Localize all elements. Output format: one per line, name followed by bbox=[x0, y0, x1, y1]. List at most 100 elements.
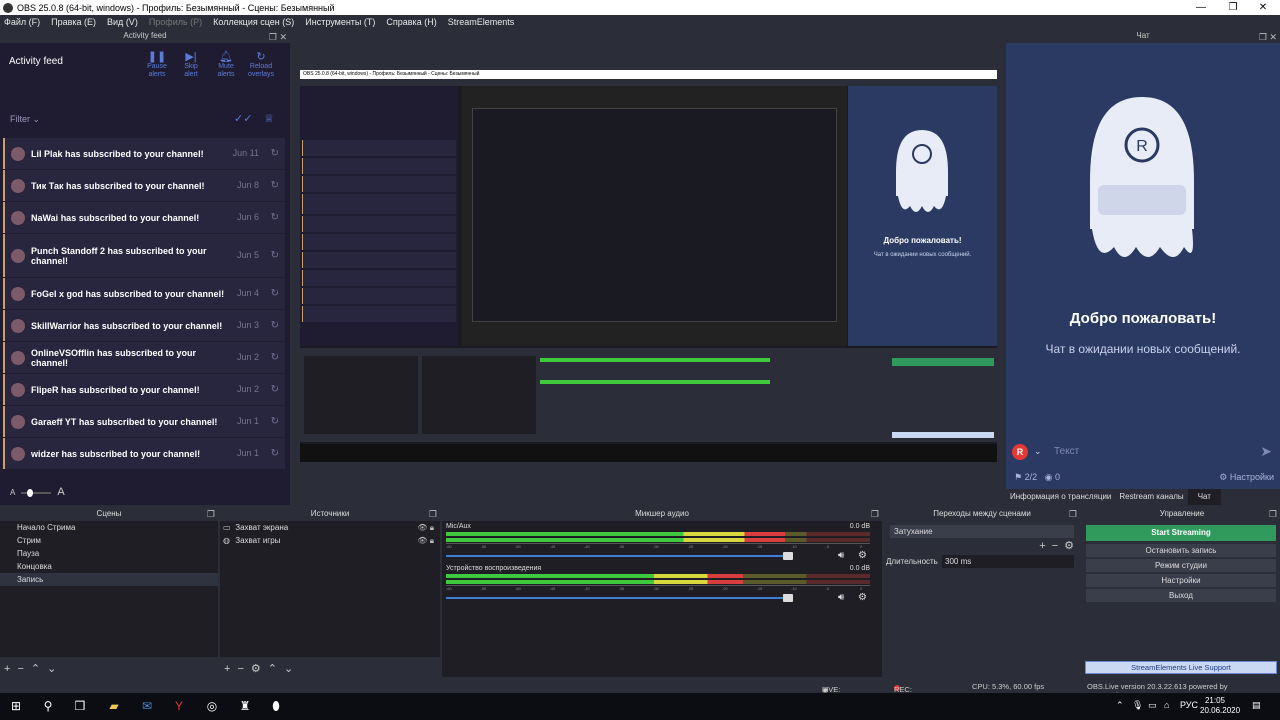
tab-restream-channels[interactable]: Restream каналы bbox=[1115, 489, 1187, 505]
dock-float-icon[interactable]: ❐ bbox=[207, 507, 215, 521]
feed-item[interactable]: FoGel x god has subscribed to your chann… bbox=[3, 278, 285, 309]
notifications-icon[interactable]: ▤ bbox=[1252, 700, 1261, 711]
menu-edit[interactable]: Правка (E) bbox=[51, 17, 96, 27]
source-item[interactable]: ▭ Захват экрана 👁︎ 🔒︎ bbox=[220, 521, 440, 534]
skip-alert-button[interactable]: ▶| Skip alert bbox=[172, 52, 210, 79]
check-all-icon[interactable]: ✓✓ bbox=[234, 112, 252, 125]
folder-icon[interactable]: ▰ bbox=[104, 698, 124, 715]
menu-file[interactable]: Файл (F) bbox=[4, 17, 40, 27]
gear-icon[interactable]: ⚙ bbox=[858, 592, 867, 603]
visibility-lock-icons[interactable]: 👁︎ 🔒︎ bbox=[417, 534, 434, 547]
menu-scene-collection[interactable]: Коллекция сцен (S) bbox=[213, 17, 294, 27]
move-down-icon[interactable]: ⌄ bbox=[284, 663, 293, 675]
studio-mode-button[interactable]: Режим студии bbox=[1086, 559, 1276, 572]
add-icon[interactable]: + bbox=[224, 663, 230, 675]
scene-item[interactable]: Начало Стрима bbox=[0, 521, 218, 534]
chevron-down-icon[interactable]: ⌄ bbox=[1034, 446, 1042, 457]
replay-icon[interactable]: ↻ bbox=[271, 250, 279, 261]
remove-icon[interactable]: − bbox=[17, 663, 23, 675]
feed-item[interactable]: OnlineVSOfflin has subscribed to your ch… bbox=[3, 342, 285, 373]
restream-logo-icon[interactable]: R bbox=[1012, 444, 1028, 460]
gear-icon[interactable]: ⚙ bbox=[1064, 540, 1074, 552]
windows-start-icon[interactable]: ⊞ bbox=[6, 698, 26, 715]
chat-settings-button[interactable]: ⚙ Настройки bbox=[1219, 472, 1274, 483]
menu-view[interactable]: Вид (V) bbox=[107, 17, 138, 27]
feed-item[interactable]: Punch Standoff 2 has subscribed to your … bbox=[3, 234, 285, 277]
dock-float-icon[interactable]: ❐ bbox=[429, 507, 437, 521]
filter-dropdown[interactable]: Filter ⌄ bbox=[10, 114, 40, 125]
dock-float-close-icon[interactable]: ❐ ✕ bbox=[1259, 30, 1277, 44]
close-icon[interactable]: ✕ bbox=[1246, 0, 1280, 15]
crown-icon[interactable]: ♕ bbox=[264, 112, 274, 125]
remove-icon[interactable]: − bbox=[1052, 540, 1058, 552]
feed-item[interactable]: Lil Plak has subscribed to your channel!… bbox=[3, 138, 285, 169]
app-icon-2[interactable]: ⬮ bbox=[266, 698, 286, 715]
menu-help[interactable]: Справка (H) bbox=[386, 17, 436, 27]
menu-profile[interactable]: Профиль (P) bbox=[149, 17, 202, 27]
speaker-icon[interactable]: 🔊︎ bbox=[838, 592, 844, 603]
send-icon[interactable]: ➤ bbox=[1260, 443, 1272, 460]
dock-float-close-icon[interactable]: ❐ ✕ bbox=[269, 30, 287, 44]
gear-icon[interactable]: ⚙ bbox=[251, 663, 261, 675]
feed-item[interactable]: SkillWarrior has subscribed to your chan… bbox=[3, 310, 285, 341]
search-icon[interactable]: ⚲ bbox=[38, 698, 58, 715]
dock-float-icon[interactable]: ❐ bbox=[1269, 507, 1277, 521]
obs-icon[interactable]: ◎ bbox=[202, 698, 222, 715]
scene-item-selected[interactable]: Запись bbox=[0, 573, 218, 586]
transition-select[interactable]: Затухание bbox=[890, 525, 1074, 538]
scene-item[interactable]: Концовка bbox=[0, 560, 218, 573]
reload-overlays-button[interactable]: ↻ Reload overlays bbox=[242, 52, 280, 79]
add-icon[interactable]: + bbox=[4, 663, 10, 675]
dock-float-icon[interactable]: ❐ bbox=[871, 507, 879, 521]
mail-icon[interactable]: ✉ bbox=[137, 698, 157, 715]
replay-icon[interactable]: ↻ bbox=[271, 148, 279, 159]
scene-item[interactable]: Пауза bbox=[0, 547, 218, 560]
menu-tools[interactable]: Инструменты (T) bbox=[305, 17, 375, 27]
microphone-icon[interactable]: 🎙︎ bbox=[1132, 700, 1143, 711]
scene-item[interactable]: Стрим bbox=[0, 534, 218, 547]
chat-input[interactable]: Текст bbox=[1054, 446, 1079, 457]
add-icon[interactable]: + bbox=[1039, 540, 1045, 552]
app-icon[interactable]: ♜ bbox=[235, 698, 255, 715]
volume-slider[interactable]: 🔊︎ ⚙ bbox=[446, 550, 870, 561]
minimize-icon[interactable]: — bbox=[1184, 0, 1218, 15]
replay-icon[interactable]: ↻ bbox=[271, 288, 279, 299]
duration-input[interactable]: 300 ms bbox=[942, 555, 1074, 568]
stop-recording-button[interactable]: Остановить запись bbox=[1086, 544, 1276, 557]
tray-chevron-icon[interactable]: ⌃ bbox=[1116, 700, 1124, 711]
se-live-support-button[interactable]: StreamElements Live Support bbox=[1085, 661, 1277, 674]
remove-icon[interactable]: − bbox=[237, 663, 243, 675]
replay-icon[interactable]: ↻ bbox=[271, 416, 279, 427]
maximize-icon[interactable]: ❐ bbox=[1216, 0, 1250, 15]
pause-alerts-button[interactable]: ❚❚ Pause alerts bbox=[138, 52, 176, 79]
move-up-icon[interactable]: ⌃ bbox=[268, 663, 277, 675]
tab-chat[interactable]: Чат bbox=[1187, 489, 1221, 505]
start-streaming-button[interactable]: Start Streaming bbox=[1086, 525, 1276, 541]
feed-item[interactable]: FlipeR has subscribed to your channel! Ju… bbox=[3, 374, 285, 405]
replay-icon[interactable]: ↻ bbox=[271, 384, 279, 395]
move-down-icon[interactable]: ⌄ bbox=[47, 663, 56, 675]
visibility-lock-icons[interactable]: 👁︎ 🔒︎ bbox=[417, 521, 434, 534]
keyboard-language[interactable]: РУС bbox=[1180, 700, 1198, 710]
replay-icon[interactable]: ↻ bbox=[271, 448, 279, 459]
battery-icon[interactable]: ▭ bbox=[1148, 700, 1157, 711]
settings-button[interactable]: Настройки bbox=[1086, 574, 1276, 587]
replay-icon[interactable]: ↻ bbox=[271, 352, 279, 363]
feed-item[interactable]: Garaeff YT has subscribed to your channe… bbox=[3, 406, 285, 437]
replay-icon[interactable]: ↻ bbox=[271, 180, 279, 191]
network-icon[interactable]: ⌂ bbox=[1164, 700, 1169, 710]
menu-streamelements[interactable]: StreamElements bbox=[448, 17, 515, 27]
gear-icon[interactable]: ⚙ bbox=[858, 550, 867, 561]
source-item[interactable]: ◍ Захват игры 👁︎ 🔒︎ bbox=[220, 534, 440, 547]
yandex-browser-icon[interactable]: Y bbox=[169, 698, 189, 715]
taskbar-clock[interactable]: 21:05 20.06.2020 bbox=[1200, 696, 1240, 716]
feed-item[interactable]: widzer has subscribed to your channel! Ju… bbox=[3, 438, 285, 469]
replay-icon[interactable]: ↻ bbox=[271, 320, 279, 331]
dock-float-icon[interactable]: ❐ bbox=[1069, 507, 1077, 521]
tab-stream-info[interactable]: Информация о трансляции bbox=[1006, 489, 1115, 505]
preview-canvas[interactable]: OBS 25.0.8 (64-bit, windows) - Профиль: … bbox=[300, 70, 997, 462]
task-view-icon[interactable]: ❒ bbox=[70, 698, 90, 715]
replay-icon[interactable]: ↻ bbox=[271, 212, 279, 223]
speaker-icon[interactable]: 🔊︎ bbox=[838, 550, 844, 561]
feed-item[interactable]: NaWai has subscribed to your channel! Jun… bbox=[3, 202, 285, 233]
